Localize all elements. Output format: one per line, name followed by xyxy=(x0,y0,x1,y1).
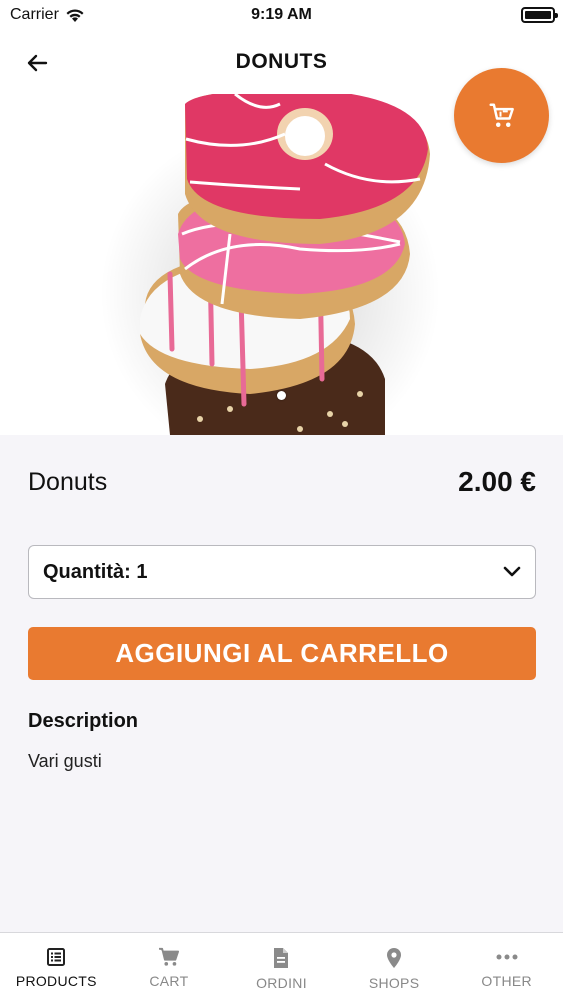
tab-other[interactable]: OTHER xyxy=(450,933,563,1000)
status-bar: Carrier 9:19 AM xyxy=(0,0,563,30)
tab-other-label: OTHER xyxy=(481,973,532,989)
quantity-select[interactable]: Quantità: 1 xyxy=(28,545,536,599)
product-header: Donuts 2.00 € xyxy=(28,462,536,502)
description-text: Vari gusti xyxy=(28,751,102,771)
clock: 9:19 AM xyxy=(251,6,312,23)
back-button[interactable] xyxy=(22,48,52,78)
document-icon xyxy=(274,948,289,968)
tab-products-label: PRODUCTS xyxy=(15,973,97,989)
quantity-value: Quantità: 1 xyxy=(43,560,148,583)
page-title: DONUTS xyxy=(235,50,328,73)
chevron-down-icon xyxy=(503,566,521,577)
description-title: Description xyxy=(28,710,139,732)
product-name: Donuts xyxy=(28,467,108,496)
list-icon xyxy=(47,948,66,966)
cart-icon xyxy=(158,947,179,966)
product-price: 2.00 € xyxy=(458,466,536,497)
tab-bar: PRODUCTS CART ORDINI SHOPS OTHER xyxy=(0,932,563,1000)
tab-shops-label: SHOPS xyxy=(368,975,420,991)
battery-icon xyxy=(521,7,558,23)
cart-button[interactable] xyxy=(454,68,549,163)
tab-ordini-label: ORDINI xyxy=(256,975,307,991)
carousel-page-indicator xyxy=(277,391,286,400)
arrow-left-icon xyxy=(27,54,48,72)
tab-cart[interactable]: CART xyxy=(113,933,226,1000)
tab-ordini[interactable]: ORDINI xyxy=(225,933,338,1000)
location-pin-icon xyxy=(387,948,402,968)
more-horizontal-icon xyxy=(496,954,518,960)
tab-products[interactable]: PRODUCTS xyxy=(0,933,113,1000)
tab-shops[interactable]: SHOPS xyxy=(338,933,451,1000)
add-to-cart-button[interactable]: AGGIUNGI AL CARRELLO xyxy=(28,627,536,680)
tab-cart-label: CART xyxy=(149,973,189,989)
cart-icon xyxy=(489,103,514,127)
